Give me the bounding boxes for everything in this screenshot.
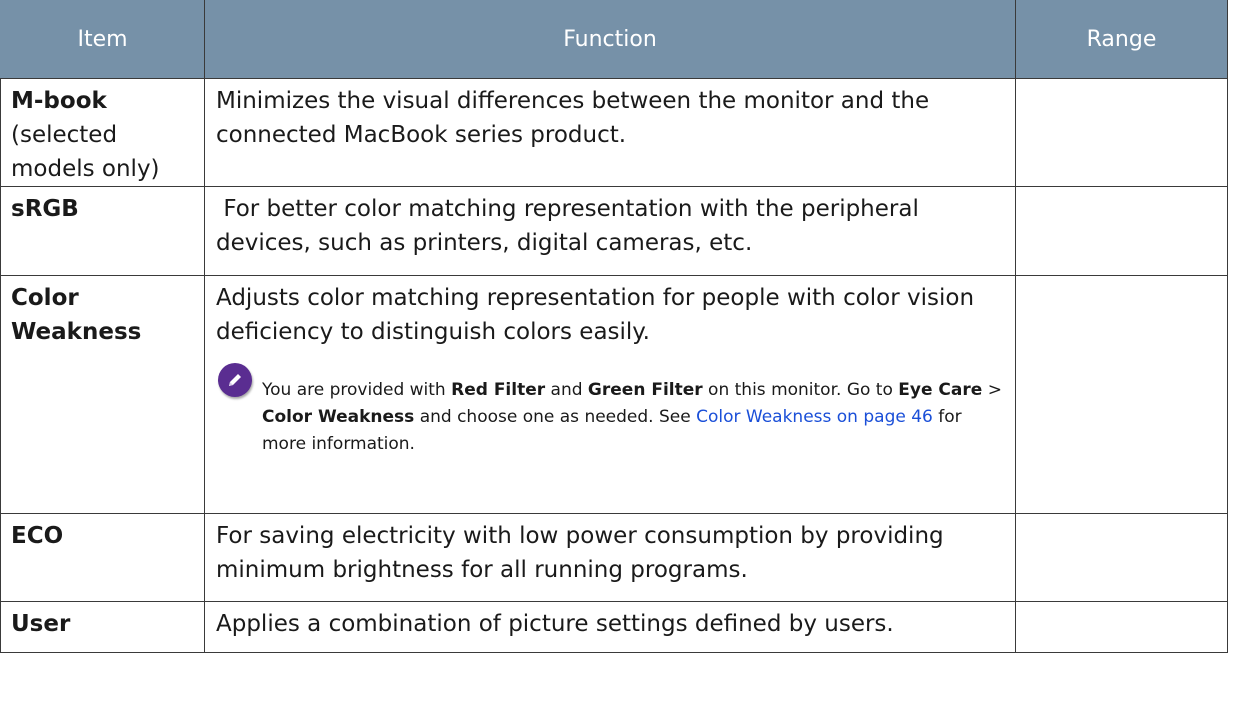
range-cell [1015,186,1228,276]
color-weakness-label: Color Weakness [262,407,415,427]
header-item: Item [0,0,205,79]
table-row: M-book (selected models only) Minimizes … [0,78,1228,187]
pencil-note-icon [218,363,252,397]
item-name: sRGB [11,196,79,222]
note-box: You are provided with Red Filter and Gre… [216,363,1003,458]
item-name: User [11,611,71,637]
table-row: sRGB For better color matching represent… [0,186,1228,276]
table-row: User Applies a combination of picture se… [0,601,1228,653]
item-subtitle: (selected models only) [11,122,160,182]
eye-care-label: Eye Care [898,380,983,400]
item-cell: User [0,601,205,653]
function-cell: For better color matching representation… [204,186,1016,276]
table-row: Color Weakness Adjusts color matching re… [0,275,1228,514]
range-cell [1015,601,1228,653]
function-cell: For saving electricity with low power co… [204,513,1016,602]
picture-mode-table: Item Function Range M-book (selected mod… [0,0,1228,653]
header-function: Function [204,0,1016,79]
item-name: ECO [11,523,64,549]
item-name: M-book [11,88,107,114]
function-text: Adjusts color matching representation fo… [216,285,975,345]
item-cell: Color Weakness [0,275,205,514]
function-cell: Minimizes the visual differences between… [204,78,1016,187]
function-cell: Adjusts color matching representation fo… [204,275,1016,514]
red-filter-label: Red Filter [451,380,546,400]
header-range: Range [1015,0,1228,79]
table-header: Item Function Range [0,0,1228,79]
item-cell: ECO [0,513,205,602]
range-cell [1015,78,1228,187]
green-filter-label: Green Filter [587,380,703,400]
function-cell: Applies a combination of picture setting… [204,601,1016,653]
item-name: Color Weakness [11,285,142,345]
table-row: ECO For saving electricity with low powe… [0,513,1228,602]
note-text: You are provided with Red Filter and Gre… [262,380,1002,454]
item-cell: sRGB [0,186,205,276]
range-cell [1015,275,1228,514]
range-cell [1015,513,1228,602]
color-weakness-page-link[interactable]: Color Weakness on page 46 [696,407,933,427]
item-cell: M-book (selected models only) [0,78,205,187]
